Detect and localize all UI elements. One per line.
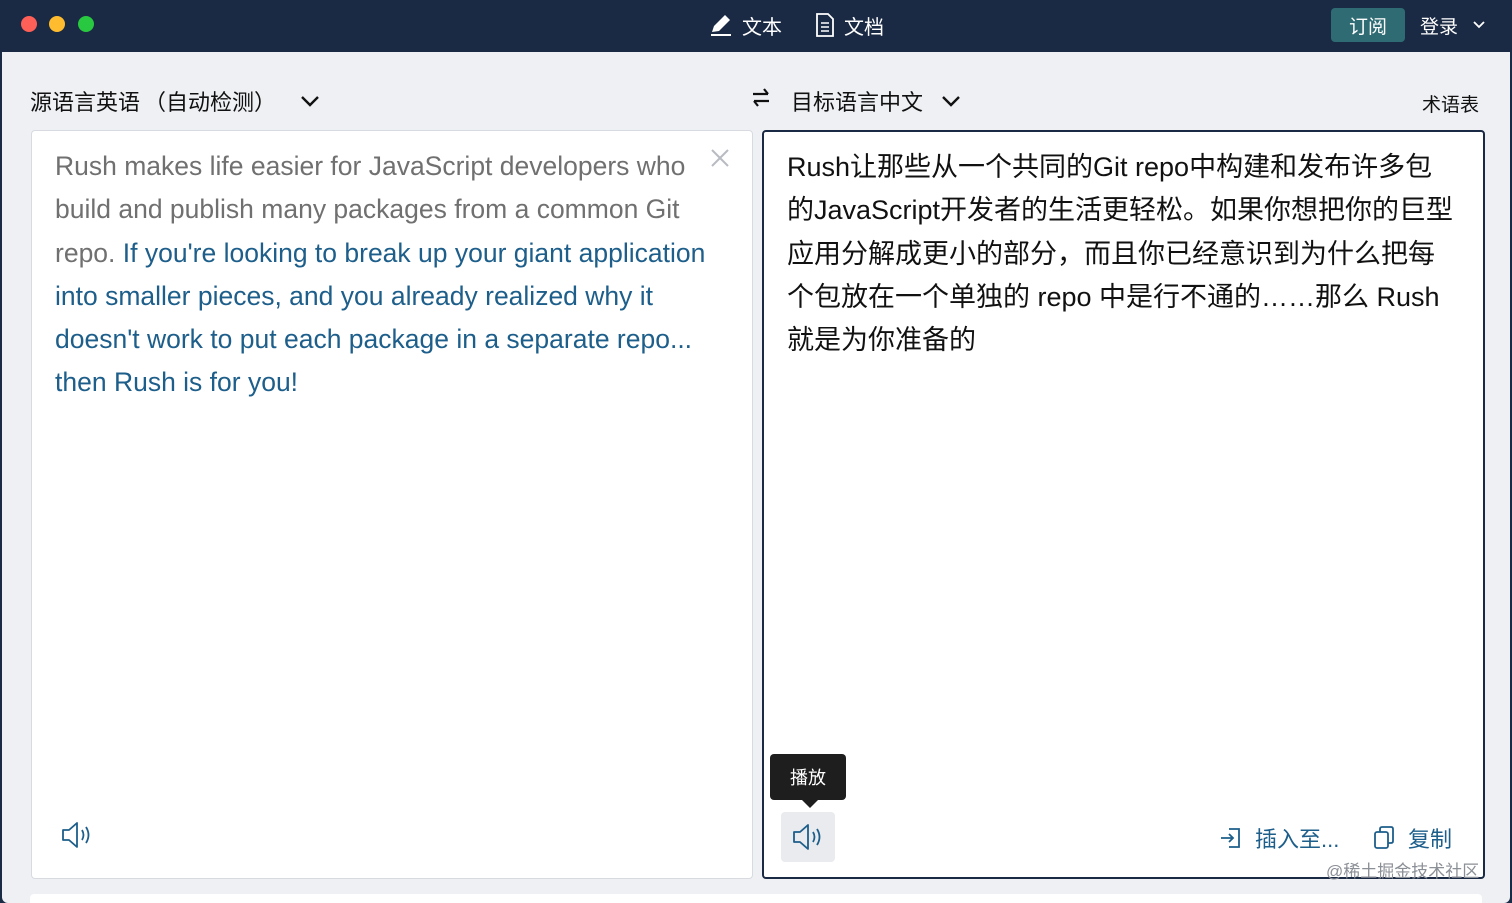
tab-document[interactable]: 文档 xyxy=(814,10,884,40)
tab-text[interactable]: 文本 xyxy=(708,10,782,40)
title-bar: 文本 文档 订阅 登录 xyxy=(0,0,1512,52)
translated-text[interactable]: Rush让那些从一个共同的Git repo中构建和发布许多包的JavaScrip… xyxy=(787,146,1457,362)
insert-label: 插入至... xyxy=(1255,827,1340,852)
speaker-icon xyxy=(793,824,821,850)
document-icon xyxy=(816,13,834,37)
copy-icon xyxy=(1374,826,1394,849)
source-speak-button[interactable] xyxy=(60,819,94,856)
chevron-down-icon xyxy=(301,96,319,107)
copy-button[interactable]: 复制 xyxy=(1372,822,1452,854)
play-tooltip: 播放 xyxy=(770,754,846,808)
chevron-down-icon xyxy=(1473,21,1485,29)
source-text[interactable]: Rush makes life easier for JavaScript de… xyxy=(55,145,715,405)
source-language-label: 源语言英语 xyxy=(30,90,141,115)
pen-icon xyxy=(711,15,731,36)
close-icon xyxy=(711,149,729,167)
chevron-down-icon xyxy=(942,96,960,107)
target-language-label: 目标语言中文 xyxy=(791,90,924,115)
source-panel[interactable]: Rush makes life easier for JavaScript de… xyxy=(31,130,753,879)
tab-text-label: 文本 xyxy=(742,16,782,39)
swap-icon xyxy=(753,88,769,107)
login-label: 登录 xyxy=(1420,16,1459,38)
watermark: @稀土掘金技术社区 xyxy=(1326,862,1480,881)
close-window-button[interactable] xyxy=(21,16,37,32)
insert-button[interactable]: 插入至... xyxy=(1219,822,1339,854)
target-speak-button[interactable] xyxy=(781,812,835,862)
tab-document-label: 文档 xyxy=(844,16,884,39)
bottom-panel-edge xyxy=(30,894,1482,903)
target-panel: Rush让那些从一个共同的Git repo中构建和发布许多包的JavaScrip… xyxy=(762,130,1485,879)
glossary-button[interactable]: 术语表 xyxy=(1422,90,1479,117)
swap-languages-button[interactable] xyxy=(750,86,772,115)
login-menu[interactable]: 登录 xyxy=(1420,10,1486,40)
copy-label: 复制 xyxy=(1408,827,1453,852)
minimize-window-button[interactable] xyxy=(49,16,65,32)
target-language-selector[interactable]: 目标语言中文 xyxy=(791,84,961,118)
main-area: 源语言英语 （自动检测） 目标语言中文 术语表 Rush makes life … xyxy=(2,52,1510,903)
auto-detect-label: （自动检测） xyxy=(144,90,277,115)
source-language-selector[interactable]: 源语言英语 （自动检测） xyxy=(30,84,320,118)
speaker-icon xyxy=(62,822,90,848)
source-text-highlight: If you're looking to break up your giant… xyxy=(55,237,706,398)
insert-icon xyxy=(1221,828,1240,848)
clear-text-button[interactable] xyxy=(709,147,731,174)
maximize-window-button[interactable] xyxy=(78,16,94,32)
subscribe-button[interactable]: 订阅 xyxy=(1331,8,1405,42)
